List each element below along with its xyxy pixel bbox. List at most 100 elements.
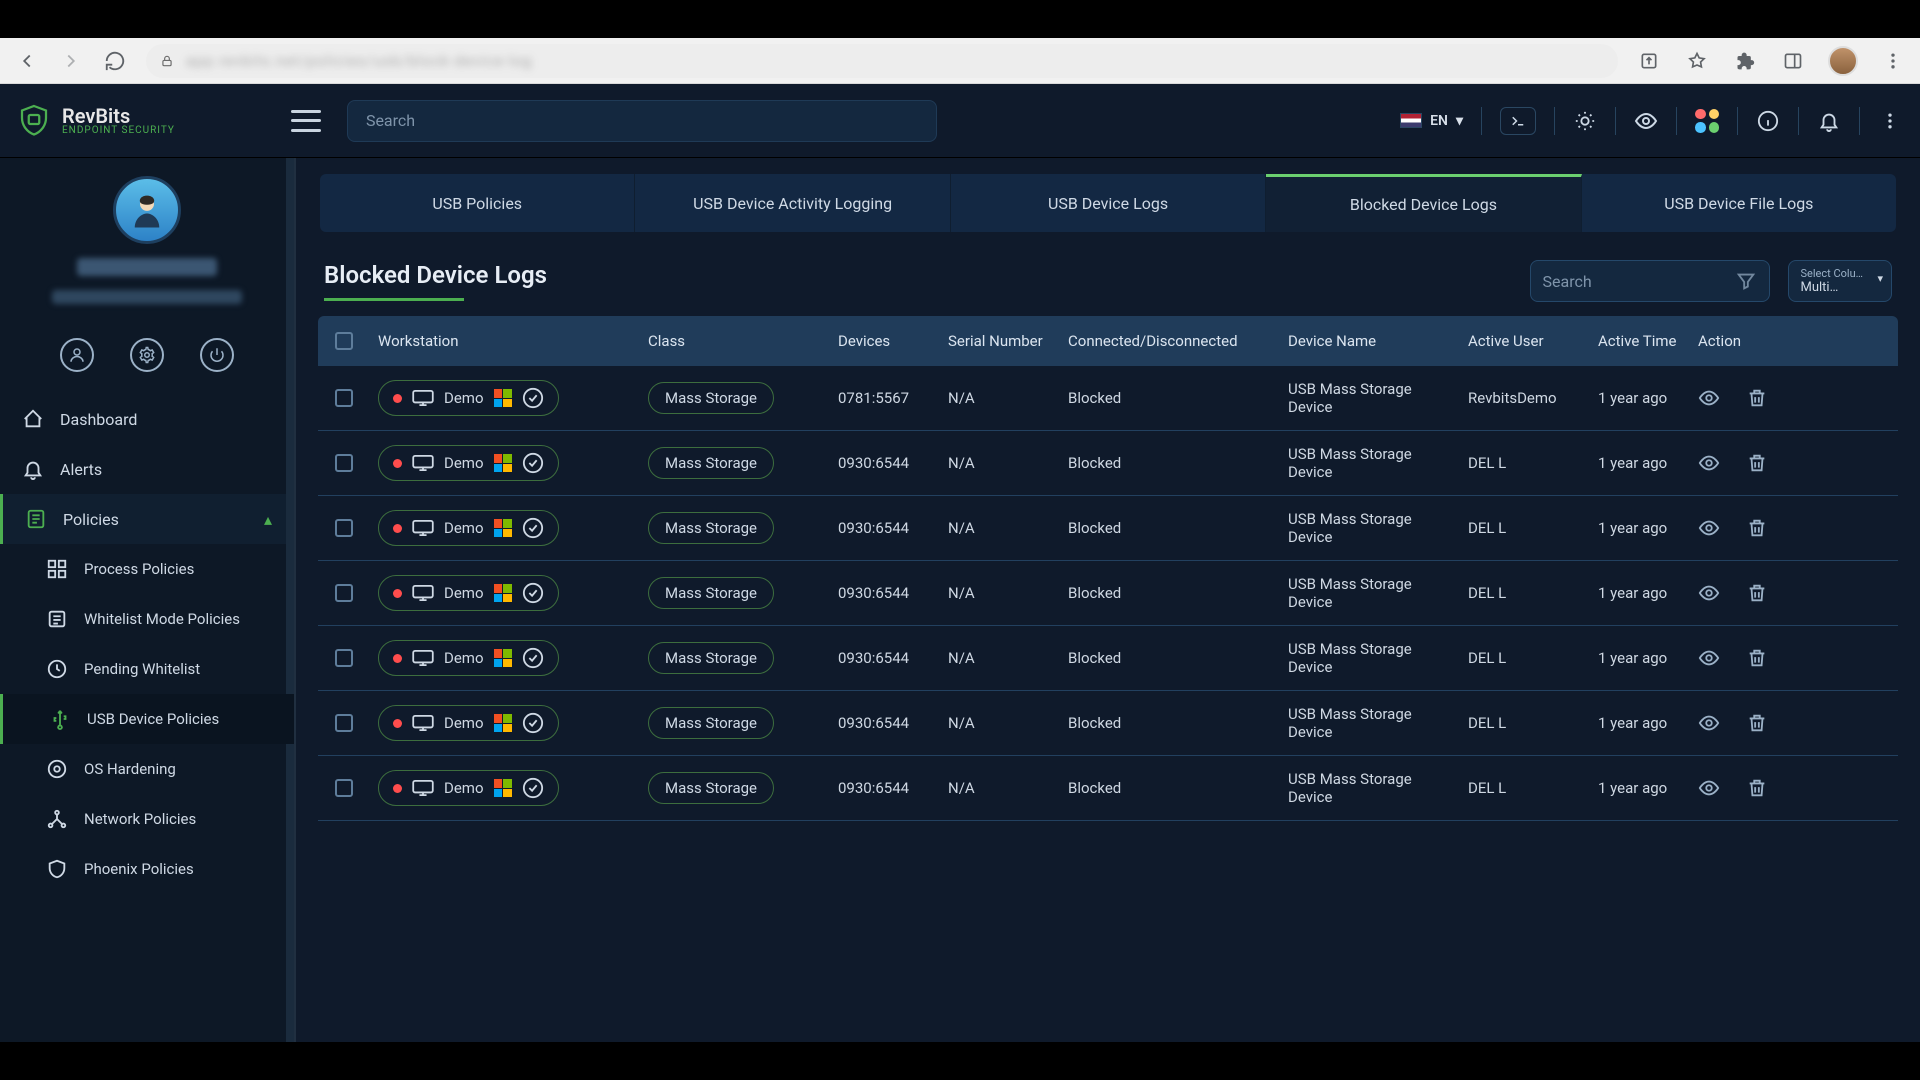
col-workstation[interactable]: Workstation [370, 316, 640, 366]
select-all-checkbox[interactable] [335, 332, 353, 350]
cell-serial: N/A [940, 635, 1060, 681]
workstation-chip[interactable]: Demo [378, 705, 559, 741]
row-checkbox[interactable] [335, 389, 353, 407]
sidebar-item-whitelist-mode[interactable]: Whitelist Mode Policies [0, 594, 294, 644]
address-bar[interactable]: app.revbits.net/policies/usb/block-devic… [146, 44, 1618, 78]
status-dot-icon [393, 719, 402, 728]
star-icon[interactable] [1684, 48, 1710, 74]
view-icon[interactable] [1698, 647, 1720, 669]
view-icon[interactable] [1698, 517, 1720, 539]
sidebar-item-dashboard[interactable]: Dashboard [0, 394, 294, 444]
workstation-chip[interactable]: Demo [378, 640, 559, 676]
sidebar-item-os-hardening[interactable]: OS Hardening [0, 744, 294, 794]
cell-conn: Blocked [1060, 570, 1280, 616]
sidebar-item-phoenix-policies[interactable]: Phoenix Policies [0, 844, 294, 894]
trash-icon[interactable] [1746, 647, 1768, 669]
row-checkbox[interactable] [335, 649, 353, 667]
trash-icon[interactable] [1746, 517, 1768, 539]
col-devices[interactable]: Devices [830, 316, 940, 366]
sidebar-item-policies[interactable]: Policies ▴ [0, 494, 294, 544]
terminal-icon[interactable] [1500, 107, 1536, 135]
reload-icon[interactable] [102, 48, 128, 74]
col-class[interactable]: Class [640, 316, 830, 366]
gear-icon[interactable] [130, 338, 164, 372]
sidebar-item-alerts[interactable]: Alerts [0, 444, 294, 494]
workstation-chip[interactable]: Demo [378, 510, 559, 546]
cell-devices: 0930:6544 [830, 570, 940, 616]
info-icon[interactable] [1756, 109, 1780, 133]
tabs: USB Policies USB Device Activity Logging… [320, 174, 1896, 232]
col-devname[interactable]: Device Name [1280, 316, 1460, 366]
tab-blocked-device-logs[interactable]: Blocked Device Logs [1266, 174, 1581, 232]
workstation-chip[interactable]: Demo [378, 770, 559, 806]
check-circle-icon [522, 452, 544, 474]
col-serial[interactable]: Serial Number [940, 316, 1060, 366]
cell-user: DEL L [1460, 635, 1590, 681]
class-chip: Mass Storage [648, 382, 774, 414]
trash-icon[interactable] [1746, 582, 1768, 604]
profile-avatar[interactable] [1828, 46, 1858, 76]
trash-icon[interactable] [1746, 452, 1768, 474]
table-row: Demo Mass Storage 0930:6544 N/A Blocked … [318, 691, 1898, 756]
tab-activity-logging[interactable]: USB Device Activity Logging [635, 174, 950, 232]
kebab-icon[interactable] [1878, 109, 1902, 133]
global-search[interactable]: Search [347, 100, 937, 142]
view-icon[interactable] [1698, 387, 1720, 409]
language-selector[interactable]: EN ▾ [1400, 113, 1463, 129]
bell-icon[interactable] [1817, 109, 1841, 133]
trash-icon[interactable] [1746, 387, 1768, 409]
check-circle-icon [522, 777, 544, 799]
workstation-name: Demo [444, 649, 484, 667]
view-icon[interactable] [1698, 712, 1720, 734]
sidebar-item-label: Process Policies [84, 560, 194, 578]
kebab-icon[interactable] [1880, 48, 1906, 74]
workstation-name: Demo [444, 779, 484, 797]
workstation-chip[interactable]: Demo [378, 445, 559, 481]
sidebar-item-pending-whitelist[interactable]: Pending Whitelist [0, 644, 294, 694]
apps-icon[interactable] [1695, 109, 1719, 133]
search-placeholder: Search [1543, 272, 1592, 291]
url-text: app.revbits.net/policies/usb/block-devic… [186, 52, 532, 70]
extensions-icon[interactable] [1732, 48, 1758, 74]
sidepanel-icon[interactable] [1780, 48, 1806, 74]
workstation-chip[interactable]: Demo [378, 380, 559, 416]
brand-sub: ENDPOINT SECURITY [62, 126, 175, 136]
workstation-chip[interactable]: Demo [378, 575, 559, 611]
theme-toggle-icon[interactable] [1573, 109, 1597, 133]
view-icon[interactable] [1698, 582, 1720, 604]
row-checkbox[interactable] [335, 779, 353, 797]
hamburger-icon[interactable] [291, 110, 321, 132]
row-checkbox[interactable] [335, 454, 353, 472]
tab-label: USB Device Activity Logging [693, 194, 892, 213]
row-checkbox[interactable] [335, 584, 353, 602]
col-conn[interactable]: Connected/Disconnected [1060, 316, 1280, 366]
visibility-icon[interactable] [1634, 109, 1658, 133]
power-icon[interactable] [200, 338, 234, 372]
col-time[interactable]: Active Time [1590, 316, 1690, 366]
tab-device-file-logs[interactable]: USB Device File Logs [1582, 174, 1896, 232]
column-selector[interactable]: Select Colu… Multi… [1788, 260, 1893, 302]
back-icon[interactable] [14, 48, 40, 74]
trash-icon[interactable] [1746, 712, 1768, 734]
forward-icon[interactable] [58, 48, 84, 74]
tab-usb-policies[interactable]: USB Policies [320, 174, 635, 232]
row-checkbox[interactable] [335, 519, 353, 537]
col-user[interactable]: Active User [1460, 316, 1590, 366]
view-icon[interactable] [1698, 777, 1720, 799]
share-icon[interactable] [1636, 48, 1662, 74]
sidebar-item-process-policies[interactable]: Process Policies [0, 544, 294, 594]
tab-device-logs[interactable]: USB Device Logs [951, 174, 1266, 232]
cell-serial: N/A [940, 700, 1060, 746]
trash-icon[interactable] [1746, 777, 1768, 799]
letterbox [0, 0, 1920, 38]
row-checkbox[interactable] [335, 714, 353, 732]
sidebar-item-network-policies[interactable]: Network Policies [0, 794, 294, 844]
user-icon[interactable] [60, 338, 94, 372]
sidebar-item-usb-policies[interactable]: USB Device Policies [0, 694, 294, 744]
table-search[interactable]: Search [1530, 260, 1770, 302]
class-chip: Mass Storage [648, 447, 774, 479]
filter-icon[interactable] [1735, 270, 1757, 292]
view-icon[interactable] [1698, 452, 1720, 474]
sidebar-scrollbar[interactable] [286, 158, 294, 1042]
monitor-icon [412, 520, 434, 536]
